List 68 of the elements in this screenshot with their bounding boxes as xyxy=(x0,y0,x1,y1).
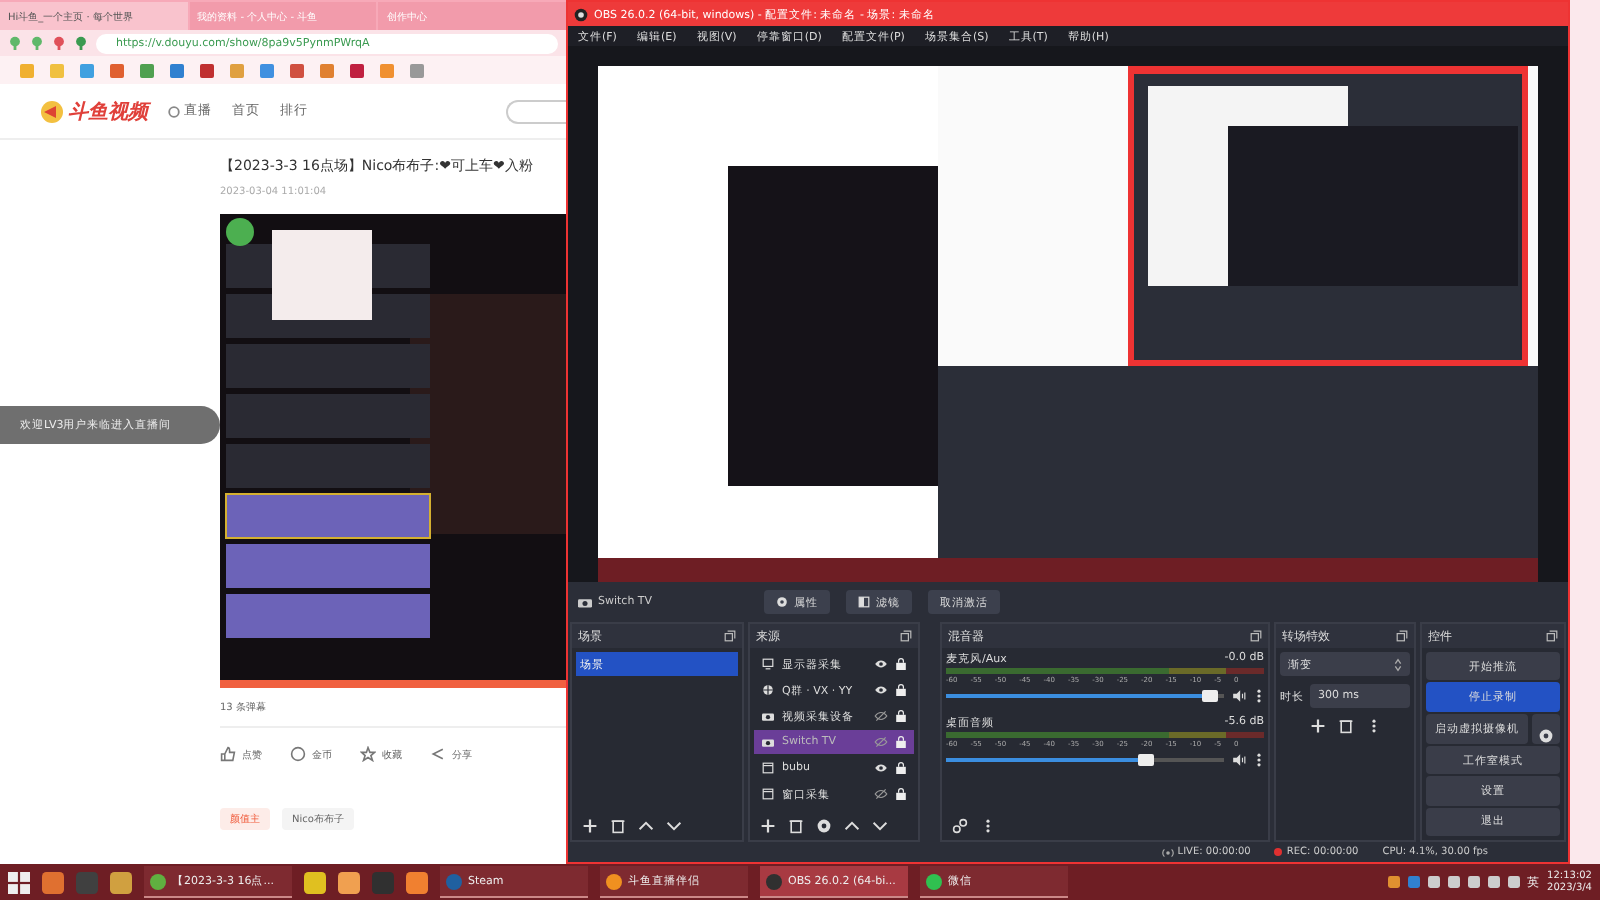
globe-icon xyxy=(762,684,774,696)
camera-icon xyxy=(762,710,774,722)
bookmark-icon[interactable] xyxy=(410,63,424,77)
app-icon[interactable] xyxy=(42,871,64,893)
window-icon xyxy=(762,762,774,774)
window-icon xyxy=(762,788,774,800)
windows-icon[interactable] xyxy=(8,871,30,893)
filter-icon xyxy=(858,596,870,608)
eye-icon[interactable] xyxy=(874,762,888,774)
camera-icon xyxy=(578,596,592,608)
camera-icon xyxy=(762,736,774,748)
lock-icon[interactable] xyxy=(896,710,906,722)
lock-icon[interactable] xyxy=(896,684,906,696)
trash-icon[interactable] xyxy=(610,817,626,833)
eye-icon[interactable] xyxy=(874,658,888,670)
bookmark-icon[interactable] xyxy=(170,63,184,77)
chevron-down-icon[interactable] xyxy=(872,817,888,833)
app-icon[interactable] xyxy=(110,871,132,893)
float-icon[interactable] xyxy=(1546,630,1558,642)
trash-icon[interactable] xyxy=(1337,718,1353,734)
star-icon xyxy=(360,746,376,762)
speaker-icon[interactable] xyxy=(1232,690,1246,702)
eye-icon[interactable] xyxy=(874,684,888,696)
trash-icon[interactable] xyxy=(788,817,804,833)
bookmark-icon[interactable] xyxy=(140,63,154,77)
bookmark-icon[interactable] xyxy=(80,63,94,77)
site-logo: 斗鱼视频 xyxy=(68,99,148,125)
app-icon[interactable] xyxy=(304,871,326,893)
add-icon[interactable] xyxy=(582,817,598,833)
bookmark-icon[interactable] xyxy=(260,63,274,77)
thumbs-up-icon xyxy=(220,746,236,762)
bookmark-icon[interactable] xyxy=(200,63,214,77)
gear-icon xyxy=(1538,727,1554,744)
eye-slash-icon[interactable] xyxy=(874,736,888,748)
more-icon[interactable] xyxy=(1254,752,1264,768)
chevron-up-icon[interactable] xyxy=(638,817,654,833)
chevron-up-icon[interactable] xyxy=(844,817,860,833)
bookmark-icon[interactable] xyxy=(320,63,334,77)
obs-logo-icon xyxy=(574,7,588,21)
speaker-icon[interactable] xyxy=(1232,754,1246,766)
broadcast-icon xyxy=(1161,847,1174,857)
more-icon[interactable] xyxy=(1254,688,1264,704)
chevron-down-icon[interactable] xyxy=(666,817,682,833)
float-icon[interactable] xyxy=(724,630,736,642)
float-icon[interactable] xyxy=(1396,630,1408,642)
settings-button[interactable] xyxy=(1532,713,1560,744)
share-icon xyxy=(430,746,446,762)
bookmark-icon[interactable] xyxy=(350,63,364,77)
monitor-icon xyxy=(762,658,774,670)
add-icon[interactable] xyxy=(760,817,776,833)
gear-icon xyxy=(776,596,788,608)
eye-slash-icon[interactable] xyxy=(874,788,888,800)
lock-icon[interactable] xyxy=(896,736,906,748)
float-icon[interactable] xyxy=(900,630,912,642)
eye-slash-icon[interactable] xyxy=(874,710,888,722)
bookmark-icon[interactable] xyxy=(290,63,304,77)
float-icon[interactable] xyxy=(1250,630,1262,642)
gear-icon[interactable] xyxy=(816,817,832,833)
spinner-arrows-icon xyxy=(1394,657,1402,671)
lock-icon[interactable] xyxy=(896,658,906,670)
app-icon[interactable] xyxy=(338,871,360,893)
link-icon[interactable] xyxy=(952,817,968,833)
record-dot-icon xyxy=(1274,848,1283,856)
lock-icon[interactable] xyxy=(896,762,906,774)
lock-icon[interactable] xyxy=(896,788,906,800)
bookmark-icon[interactable] xyxy=(110,63,124,77)
add-icon[interactable] xyxy=(1309,718,1325,734)
app-icon[interactable] xyxy=(406,871,428,893)
